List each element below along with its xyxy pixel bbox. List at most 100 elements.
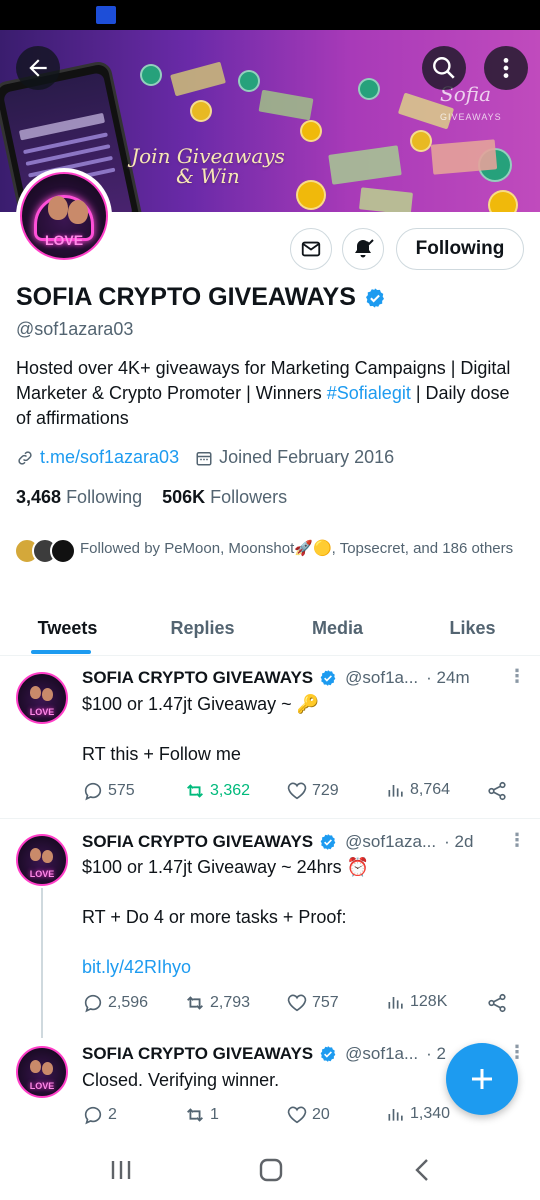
following-count-link[interactable]: 3,468 Following	[16, 487, 142, 508]
banner-tagline: Join Giveaways & Win	[131, 144, 285, 188]
tweet-text: $100 or 1.47jt Giveaway ~ 24hrs ⏰ RT + D…	[82, 855, 522, 980]
retweet-button[interactable]: 2,793	[184, 992, 250, 1014]
share-icon	[488, 781, 506, 801]
views-button[interactable]: 1,340	[386, 1104, 450, 1124]
view-count: 8,764	[410, 781, 451, 798]
followers-count-link[interactable]: 506K Followers	[162, 487, 287, 508]
avatar	[50, 538, 76, 564]
banknote-image	[170, 61, 226, 97]
retweet-button[interactable]: 1	[184, 1104, 219, 1126]
profile-handle: @sof1azara03	[16, 319, 134, 339]
heart-icon	[287, 782, 307, 800]
following-button[interactable]: Following	[396, 228, 524, 270]
envelope-icon	[301, 241, 321, 257]
plus-icon	[472, 1069, 492, 1089]
profile-tabs: Tweets Replies Media Likes	[0, 600, 540, 656]
tweet-more-button[interactable]: ⋮	[508, 666, 526, 687]
retweet-icon	[187, 996, 203, 1010]
tweet-author-avatar[interactable]: LOVE	[16, 672, 68, 724]
tweet-timestamp[interactable]: · 2	[426, 1044, 446, 1064]
coin-icon	[300, 120, 322, 142]
tweet-author-avatar[interactable]: LOVE	[16, 1046, 68, 1098]
retweet-count: 3,362	[210, 782, 251, 799]
tweet-author-avatar[interactable]: LOVE	[16, 834, 68, 886]
heart-icon	[287, 994, 307, 1012]
more-options-button[interactable]	[484, 46, 528, 90]
tweet-author-name[interactable]: SOFIA CRYPTO GIVEAWAYS	[82, 832, 313, 852]
share-button[interactable]	[486, 992, 508, 1014]
views-chart-icon	[388, 785, 403, 797]
reply-count: 575	[108, 782, 135, 799]
share-button[interactable]	[486, 780, 508, 802]
retweet-count: 1	[210, 1106, 219, 1123]
banknote-image	[258, 89, 314, 121]
coin-icon	[410, 130, 432, 152]
tweet-link[interactable]: bit.ly/42RIhyo	[82, 955, 522, 980]
tweet-text: $100 or 1.47jt Giveaway ~ 🔑 RT this + Fo…	[82, 694, 320, 764]
tab-likes[interactable]: Likes	[405, 600, 540, 656]
home-icon[interactable]	[258, 1158, 284, 1182]
banknote-image	[430, 139, 498, 175]
tweet-header: SOFIA CRYPTO GIVEAWAYS @sof1aza... · 2d	[82, 832, 473, 852]
views-button[interactable]: 8,764	[386, 780, 450, 800]
coin-icon	[488, 190, 518, 212]
heart-icon	[287, 1106, 307, 1124]
search-button[interactable]	[422, 46, 466, 90]
tab-tweets[interactable]: Tweets	[0, 600, 135, 656]
reply-button[interactable]: 575	[82, 780, 135, 802]
tweet-timestamp[interactable]: · 24m	[426, 668, 469, 688]
profile-name: SOFIA CRYPTO GIVEAWAYS	[16, 283, 386, 312]
notifications-button[interactable]	[342, 228, 384, 270]
banknote-image	[358, 187, 414, 212]
tweet-actions: 2 1 20 1,340	[82, 1104, 522, 1132]
profile-bio: Hosted over 4K+ giveaways for Marketing …	[16, 358, 511, 428]
tweet-timestamp[interactable]: · 2d	[444, 832, 473, 852]
tab-replies[interactable]: Replies	[135, 600, 270, 656]
search-icon	[433, 57, 455, 79]
recent-apps-icon[interactable]	[108, 1158, 134, 1182]
like-button[interactable]: 729	[286, 780, 339, 802]
back-button[interactable]	[16, 46, 60, 90]
hashtag-link[interactable]: #Sofialegit	[327, 383, 411, 403]
followed-by-text[interactable]: Followed by PeMoon, Moonshot🚀🟡, Topsecre…	[80, 538, 520, 560]
coin-icon	[358, 78, 380, 100]
status-bar	[0, 0, 540, 30]
back-nav-icon[interactable]	[410, 1158, 436, 1182]
verified-badge-icon	[320, 670, 336, 686]
reply-button[interactable]: 2	[82, 1104, 117, 1126]
reply-icon	[84, 782, 102, 801]
message-button[interactable]	[290, 228, 332, 270]
like-button[interactable]: 757	[286, 992, 339, 1014]
views-button[interactable]: 128K	[386, 992, 447, 1012]
profile-website-link[interactable]: t.me/sof1azara03	[40, 447, 179, 468]
compose-tweet-button[interactable]	[446, 1043, 518, 1115]
tweet-author-name[interactable]: SOFIA CRYPTO GIVEAWAYS	[82, 1044, 313, 1064]
tweet-actions: 2,596 2,793 757 128K	[82, 992, 522, 1020]
coin-icon	[140, 64, 162, 86]
tweet-header: SOFIA CRYPTO GIVEAWAYS @sof1a... · 2	[82, 1044, 446, 1064]
verified-badge-icon	[320, 1046, 336, 1062]
joined-date: Joined February 2016	[219, 447, 395, 467]
verified-badge-icon[interactable]	[364, 287, 386, 309]
tweet-author-handle: @sof1aza...	[345, 832, 437, 851]
view-count: 1,340	[410, 1105, 451, 1122]
app-notification-icon	[96, 6, 116, 24]
tweet-author-name[interactable]: SOFIA CRYPTO GIVEAWAYS	[82, 668, 313, 688]
followed-by-avatars[interactable]	[14, 538, 76, 564]
like-button[interactable]: 20	[286, 1104, 330, 1126]
reply-button[interactable]: 2,596	[82, 992, 148, 1014]
views-chart-icon	[388, 997, 403, 1009]
tab-media[interactable]: Media	[270, 600, 405, 656]
bell-check-icon	[355, 239, 374, 258]
profile-avatar[interactable]: LOVE	[16, 168, 112, 264]
divider	[0, 818, 540, 819]
reply-icon	[84, 994, 102, 1013]
tweet-more-button[interactable]: ⋮	[508, 830, 526, 851]
retweet-button[interactable]: 3,362	[184, 780, 250, 802]
coin-icon	[238, 70, 260, 92]
thread-line	[41, 888, 43, 1038]
back-arrow-icon	[29, 59, 47, 77]
reply-count: 2	[108, 1106, 117, 1123]
vertical-dots-icon	[503, 58, 509, 78]
like-count: 729	[312, 782, 339, 799]
